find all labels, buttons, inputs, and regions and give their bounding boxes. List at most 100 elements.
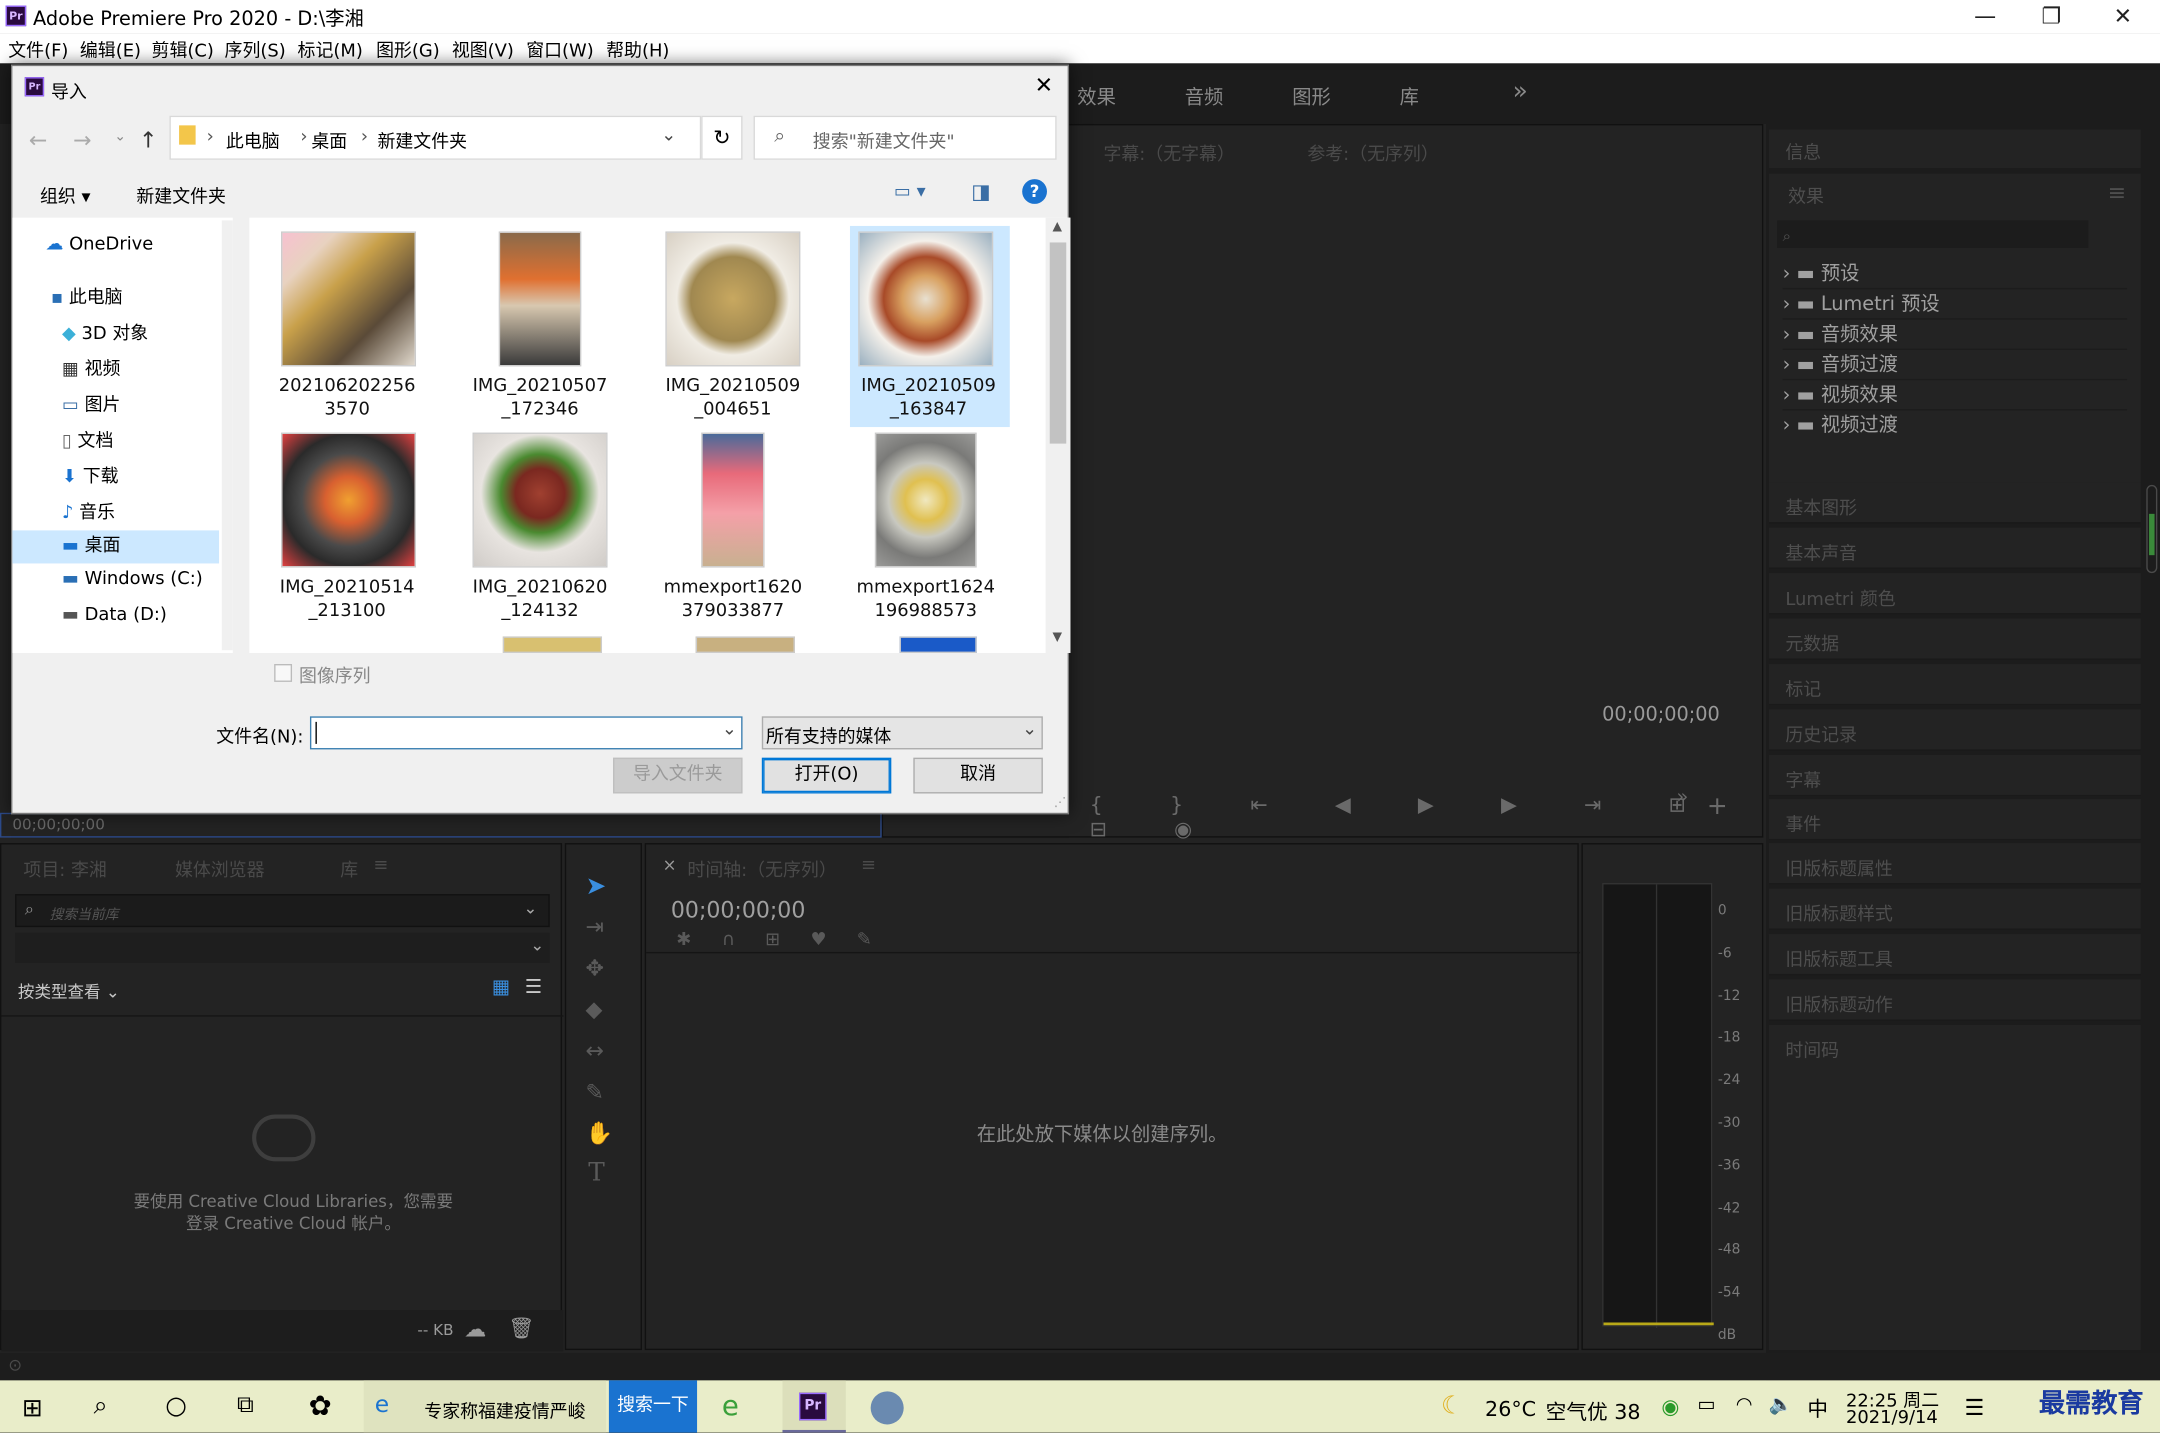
breadcrumb-new-folder[interactable]: 新建文件夹 xyxy=(377,127,467,153)
essential-graphics-panel[interactable]: 基本图形 xyxy=(1768,482,2141,524)
address-bar[interactable]: › 此电脑 › 桌面 › 新建文件夹 ⌄ xyxy=(169,115,702,160)
effects-tree-item[interactable]: › ▬ 音频过渡 xyxy=(1782,350,2128,381)
weather-temp[interactable]: 26°C xyxy=(1485,1397,1536,1433)
list-view-icon[interactable]: ☰ xyxy=(525,977,542,999)
file-item[interactable]: IMG_20210509 _004651 xyxy=(643,220,822,424)
nav-pictures[interactable]: ▭ 图片 xyxy=(62,390,120,423)
resize-grip-icon[interactable]: ⋰ xyxy=(1054,796,1066,810)
task-view-icon[interactable]: ⧉ xyxy=(237,1391,254,1432)
change-view-icon[interactable]: ▭ ▾ xyxy=(894,182,926,203)
chevron-down-icon[interactable]: ⌄ xyxy=(722,719,737,740)
preview-pane-icon[interactable]: ◨ xyxy=(971,179,991,204)
menu-edit[interactable]: 编辑(E) xyxy=(80,36,141,62)
close-window-button[interactable]: ✕ xyxy=(2091,0,2154,33)
back-arrow-icon[interactable]: ← xyxy=(29,127,47,153)
nav-drive-d[interactable]: ▬ Data (D:) xyxy=(62,605,167,638)
start-windows-icon[interactable]: ⊞ xyxy=(22,1394,43,1433)
help-icon[interactable]: ? xyxy=(1022,179,1047,204)
file-item[interactable]: 202106202256 3570 xyxy=(258,220,437,424)
nav-documents[interactable]: ▯ 文档 xyxy=(62,426,113,459)
panel-menu-icon[interactable]: ≡ xyxy=(2108,179,2126,205)
nav-downloads[interactable]: ⬇ 下载 xyxy=(62,461,119,494)
view-by-type-dropdown[interactable]: 按类型查看 ⌄ xyxy=(18,979,120,1002)
import-folder-button[interactable]: 导入文件夹 xyxy=(613,757,743,794)
workspace-tab-graphics[interactable]: 图形 xyxy=(1292,83,1331,111)
volume-icon[interactable]: 🔈 xyxy=(1769,1394,1793,1433)
transport-controls[interactable]: { } ⇤ ◀ ▶ ▶ ⇥ ⊞ ⊟ ◉ xyxy=(1090,792,1762,842)
workspace-tab-effects[interactable]: 效果 xyxy=(1077,83,1116,111)
image-sequence-checkbox[interactable] xyxy=(274,664,293,682)
breadcrumb-desktop[interactable]: 桌面 xyxy=(311,127,347,153)
ripple-edit-tool-icon[interactable]: ✥ xyxy=(585,955,603,981)
file-item[interactable]: mmexport1624 196988573 xyxy=(836,424,1015,628)
wifi-icon[interactable]: ◠ xyxy=(1736,1394,1753,1433)
nav-videos[interactable]: ▦ 视频 xyxy=(62,354,120,387)
panel-menu-icon[interactable]: ≡ xyxy=(373,855,388,876)
lumetri-color-panel[interactable]: Lumetri 颜色 xyxy=(1768,573,2141,615)
menu-view[interactable]: 视图(V) xyxy=(452,36,514,62)
selection-tool-icon[interactable]: ➤ xyxy=(585,872,606,901)
tab-libraries[interactable]: 库 xyxy=(340,855,358,882)
organize-menu[interactable]: 组织 ▾ xyxy=(40,182,91,208)
air-quality[interactable]: 空气优 38 xyxy=(1546,1397,1641,1433)
file-thumbnail[interactable] xyxy=(502,636,603,653)
menu-help[interactable]: 帮助(H) xyxy=(606,36,669,62)
nav-this-pc[interactable]: ▪ 此电脑 xyxy=(51,282,123,315)
breadcrumb-this-pc[interactable]: 此电脑 xyxy=(226,127,280,153)
file-item[interactable]: IMG_20210514 _213100 xyxy=(258,424,437,628)
library-dropdown[interactable]: ⌄ xyxy=(15,932,550,963)
nav-drive-c[interactable]: ▬ Windows (C:) xyxy=(62,569,203,602)
markers-panel[interactable]: 标记 xyxy=(1768,664,2141,706)
menu-sequence[interactable]: 序列(S) xyxy=(225,36,286,62)
app-icon[interactable]: ✿ xyxy=(309,1389,332,1433)
hand-tool-icon[interactable]: ✋ xyxy=(585,1120,612,1146)
cortana-icon[interactable]: ○ xyxy=(165,1391,187,1432)
refresh-button[interactable]: ↻ xyxy=(701,115,743,160)
nav-music[interactable]: ♪ 音乐 xyxy=(62,497,115,530)
trash-icon[interactable]: 🗑 xyxy=(508,1316,534,1341)
razor-tool-icon[interactable]: ◆ xyxy=(585,996,602,1022)
effects-tree-item[interactable]: › ▬ 视频过渡 xyxy=(1783,411,2127,441)
new-folder-button[interactable]: 新建文件夹 xyxy=(136,182,226,208)
minimize-button[interactable]: — xyxy=(1953,0,2016,33)
metadata-panel[interactable]: 元数据 xyxy=(1768,618,2141,660)
legacy-title-styles-panel[interactable]: 旧版标题样式 xyxy=(1768,888,2141,930)
workspace-tab-libraries[interactable]: 库 xyxy=(1400,83,1419,111)
legacy-title-actions-panel[interactable]: 旧版标题动作 xyxy=(1768,979,2141,1021)
type-tool-icon[interactable]: T xyxy=(588,1159,605,1188)
grid-view-icon[interactable]: ▦ xyxy=(492,977,510,999)
file-thumbnail[interactable] xyxy=(899,636,977,653)
search-icon[interactable]: ⌕ xyxy=(94,1391,108,1432)
dialog-search-input[interactable]: ⌕ 搜索"新建文件夹" xyxy=(753,115,1057,160)
effects-tree-item[interactable]: › ▬ Lumetri 预设 xyxy=(1782,289,2128,320)
file-item[interactable]: IMG_20210620 _124132 xyxy=(450,424,629,628)
track-select-tool-icon[interactable]: ⇥ xyxy=(585,913,603,939)
menu-graphics[interactable]: 图形(G) xyxy=(376,36,440,62)
legacy-title-properties-panel[interactable]: 旧版标题属性 xyxy=(1768,843,2141,885)
dialog-close-button[interactable]: ✕ xyxy=(1035,72,1053,98)
battery-icon[interactable]: ▭ xyxy=(1697,1394,1715,1433)
forward-arrow-icon[interactable]: → xyxy=(73,127,91,153)
add-button-icon[interactable]: + xyxy=(1707,792,1728,821)
panel-menu-icon[interactable]: ≡ xyxy=(861,855,876,876)
file-item[interactable]: IMG_20210507 _172346 xyxy=(450,220,629,424)
effects-search-input[interactable]: ⌕ xyxy=(1777,220,2089,248)
cancel-button[interactable]: 取消 xyxy=(913,757,1043,794)
info-panel-header[interactable]: 信息 xyxy=(1768,129,2141,169)
premiere-taskbar-button[interactable]: Pr xyxy=(782,1380,846,1433)
recent-locations-icon[interactable]: ⌄ xyxy=(114,129,126,144)
library-search-input[interactable]: ⌕ 搜索当前库 ⌄ xyxy=(15,894,550,928)
photos-app-icon[interactable] xyxy=(870,1391,904,1425)
file-list-scrollbar[interactable]: ▲ ▼ xyxy=(1045,217,1071,653)
restore-button[interactable]: ❐ xyxy=(2020,0,2083,33)
captions-panel[interactable]: 字幕 xyxy=(1768,754,2141,797)
security-tray-icon[interactable]: ◉ xyxy=(1661,1394,1679,1433)
nav-onedrive[interactable]: ☁ OneDrive xyxy=(45,234,153,267)
tab-project[interactable]: 项目: 李湘 xyxy=(23,855,106,882)
menu-markers[interactable]: 标记(M) xyxy=(298,36,363,62)
essential-sound-panel[interactable]: 基本声音 xyxy=(1768,527,2141,569)
chevron-down-icon[interactable]: ⌄ xyxy=(523,898,537,917)
more-controls-icon[interactable]: » xyxy=(1677,787,1689,809)
menu-window[interactable]: 窗口(W) xyxy=(526,36,594,62)
input-method-indicator[interactable]: 中 xyxy=(1807,1394,1828,1433)
